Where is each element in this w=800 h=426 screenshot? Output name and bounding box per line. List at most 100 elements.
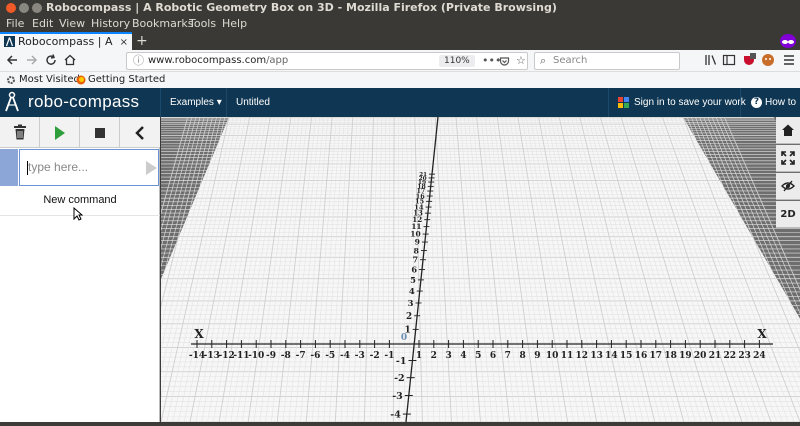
- x-tick-label: 12: [576, 351, 589, 361]
- x-tick-label: 9: [534, 351, 540, 361]
- x-tick-label: 4: [460, 351, 466, 361]
- x-tick-label: 16: [635, 351, 648, 361]
- command-input[interactable]: type here...: [19, 149, 159, 186]
- site-info-icon[interactable]: ⓘ: [133, 53, 144, 69]
- y-tick-label: 6: [411, 264, 417, 274]
- x-tick-label: -5: [325, 351, 335, 361]
- window-titlebar: Robocompass | A Robotic Geometry Box on …: [0, 0, 800, 16]
- x-tick-label: 20: [694, 351, 707, 361]
- x-tick-label: 11: [561, 351, 574, 361]
- search-input[interactable]: ⌕ Search: [534, 52, 680, 70]
- x-tick-label: 15: [620, 351, 633, 361]
- x-tick-label: 3: [445, 351, 451, 361]
- bookmark-star-icon[interactable]: ☆: [516, 53, 526, 69]
- sidebar-icon[interactable]: [722, 53, 736, 71]
- geometry-canvas[interactable]: -14 -13 -12 -11 -10 -9 -8 -7 -6 -5 -4 -3 -2 -1 1 2 3 4 5 6 7…: [33, 116, 800, 423]
- command-panel: type here... New command: [0, 117, 160, 422]
- extension-icon-2[interactable]: [761, 53, 775, 71]
- x-tick-label: 21: [709, 351, 722, 361]
- home-view-button[interactable]: [776, 117, 800, 144]
- compass-logo-icon: [5, 91, 19, 112]
- search-icon: ⌕: [540, 54, 547, 67]
- view-mode-button[interactable]: 2D: [776, 201, 800, 228]
- zoom-indicator[interactable]: 110%: [439, 55, 475, 67]
- home-icon[interactable]: [63, 53, 77, 71]
- x-tick-label: 24: [753, 351, 766, 361]
- x-axis-label-right: X: [757, 327, 767, 341]
- examples-menu[interactable]: Examples ▾: [170, 88, 222, 117]
- tab-close-icon[interactable]: ×: [120, 35, 128, 50]
- y-tick-label: 1: [404, 326, 410, 336]
- stop-button[interactable]: [80, 117, 120, 148]
- eye-slash-icon: [781, 180, 795, 192]
- private-browsing-icon: [780, 34, 796, 48]
- pocket-icon[interactable]: [499, 53, 510, 72]
- mouse-pointer-icon: [73, 207, 83, 221]
- command-line-marker: [0, 149, 18, 186]
- chevron-left-icon: [135, 126, 144, 140]
- x-tick-label: 14: [605, 351, 618, 361]
- x-tick-label: 2: [431, 351, 437, 361]
- x-tick-label: 10: [546, 351, 559, 361]
- x-tick-label: -9: [266, 351, 276, 361]
- coordinate-grid[interactable]: -14-13-12-11-10 -9 -8 -7 -6 -5 -4 -3 -2 -1 1 2 3 4 5 6 7…: [33, 116, 800, 423]
- delete-button[interactable]: [0, 117, 40, 148]
- sign-in-button[interactable]: Sign in to save your work: [634, 88, 746, 117]
- run-button[interactable]: [40, 117, 80, 148]
- back-arrow-icon[interactable]: [5, 53, 19, 71]
- tab-bar: Robocompass | A Robo × +: [0, 32, 800, 63]
- y-tick-label: 7: [412, 255, 418, 264]
- x-axis-label-left: X: [194, 327, 204, 341]
- menu-tools[interactable]: Tools: [189, 16, 216, 32]
- url-bar[interactable]: ⓘ www.robocompass.com/app 110% ••• ☆: [126, 52, 528, 70]
- how-to-button[interactable]: How to: [765, 88, 796, 117]
- menu-hamburger-icon[interactable]: [783, 53, 795, 71]
- y-tick-label: 3: [407, 299, 413, 309]
- fullscreen-button[interactable]: [776, 145, 800, 172]
- x-tick-label: -4: [340, 351, 350, 361]
- menu-history[interactable]: History: [91, 16, 130, 32]
- menu-help[interactable]: Help: [222, 16, 247, 32]
- x-tick-label: 13: [590, 351, 603, 361]
- collapse-panel-button[interactable]: [120, 117, 160, 148]
- home-icon: [782, 124, 794, 136]
- extension-icon[interactable]: [742, 53, 756, 71]
- grid-plane: [101, 117, 800, 422]
- x-tick-label: 19: [679, 351, 692, 361]
- close-window-button[interactable]: [6, 3, 16, 13]
- tab-robocompass[interactable]: Robocompass | A Robo ×: [0, 32, 132, 63]
- menu-view[interactable]: View: [59, 16, 85, 32]
- bookmark-most-visited[interactable]: Most Visited: [19, 72, 80, 88]
- document-title[interactable]: Untitled: [236, 88, 270, 117]
- menu-bar: File Edit View History Bookmarks Tools H…: [0, 16, 800, 32]
- new-command-label: New command: [43, 194, 117, 206]
- forward-arrow-icon[interactable]: [25, 53, 39, 71]
- play-icon: [55, 126, 65, 140]
- minimize-window-button[interactable]: [19, 3, 29, 13]
- x-tick-label: -8: [281, 351, 291, 361]
- view-controls: 2D: [776, 117, 800, 229]
- x-tick-label: -1: [384, 351, 394, 361]
- text-caret: [27, 161, 28, 175]
- library-icon[interactable]: [704, 53, 718, 71]
- examples-label: Examples: [170, 97, 214, 108]
- menu-bookmarks[interactable]: Bookmarks: [132, 16, 193, 32]
- x-tick-label: -3: [355, 351, 365, 361]
- x-tick-label: 6: [490, 351, 496, 361]
- bookmark-getting-started[interactable]: Getting Started: [88, 72, 165, 88]
- url-path: /app: [266, 55, 289, 66]
- x-tick-label: 18: [664, 351, 677, 361]
- execute-line-icon[interactable]: [146, 161, 157, 175]
- reload-icon[interactable]: [44, 53, 58, 71]
- command-placeholder: type here...: [28, 160, 89, 174]
- menu-edit[interactable]: Edit: [32, 16, 53, 32]
- toggle-visibility-button[interactable]: [776, 173, 800, 200]
- navigation-toolbar: ⓘ www.robocompass.com/app 110% ••• ☆ ⌕ S…: [0, 50, 800, 72]
- trash-icon: [14, 124, 26, 140]
- app-header: robo-compass Examples ▾ Untitled Sign in…: [0, 88, 800, 117]
- x-tick-label: -10: [248, 351, 264, 361]
- new-tab-button[interactable]: +: [136, 32, 148, 50]
- search-placeholder: Search: [553, 55, 588, 66]
- maximize-window-button[interactable]: [32, 3, 42, 13]
- menu-file[interactable]: File: [6, 16, 24, 32]
